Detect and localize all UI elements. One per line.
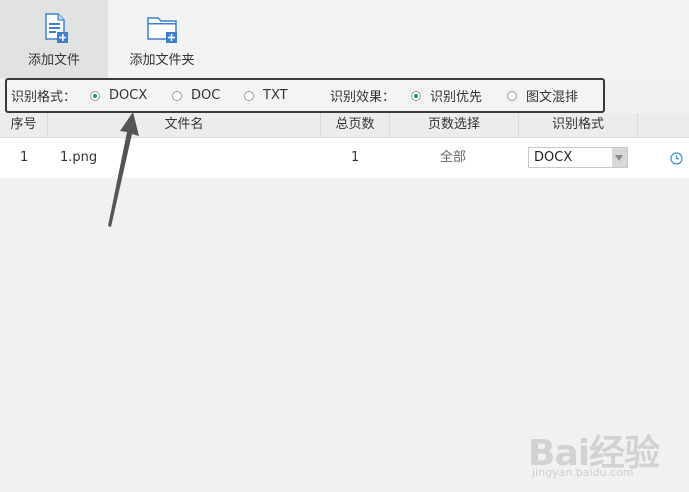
radio-unselected-icon — [507, 90, 517, 101]
format-label: 识别格式： — [11, 90, 77, 105]
radio-selected-icon — [90, 90, 100, 101]
format-radio-txt[interactable]: TXT — [244, 88, 288, 103]
watermark-logo: Bai经验 jingyan.baidu.com — [528, 424, 688, 482]
radio-unselected-icon — [244, 90, 254, 101]
radio-selected-icon — [411, 90, 421, 101]
row-total-pages: 1 — [351, 150, 360, 165]
row-filename: 1.png — [60, 150, 98, 165]
column-header-page-selection[interactable]: 页数选择 — [390, 113, 519, 137]
chevron-down-icon[interactable] — [612, 148, 627, 167]
add-file-button[interactable]: 添加文件 — [0, 0, 108, 78]
table-header: 序号 文件名 总页数 页数选择 识别格式 — [0, 113, 689, 138]
row-page-selection[interactable]: 全部 — [440, 138, 466, 178]
column-header-format[interactable]: 识别格式 — [519, 113, 638, 137]
add-folder-label: 添加文件夹 — [129, 53, 195, 68]
recognition-options-bar: 识别格式： DOCX DOC TXT 识别效果： 识别优先 图文混排 — [5, 78, 605, 113]
add-file-label: 添加文件 — [27, 53, 80, 68]
column-header-filename[interactable]: 文件名 — [48, 113, 321, 137]
column-header-index[interactable]: 序号 — [0, 113, 48, 137]
column-header-total-pages[interactable]: 总页数 — [321, 113, 390, 137]
add-folder-icon — [147, 17, 177, 43]
add-file-icon — [45, 13, 68, 43]
effect-radio-mixed-layout[interactable]: 图文混排 — [507, 86, 578, 105]
row-index: 1 — [20, 150, 29, 165]
clock-icon[interactable] — [670, 152, 683, 165]
table-row[interactable]: 1 1.png 1 全部 DOCX — [0, 138, 689, 178]
row-format-value: DOCX — [534, 150, 573, 165]
toolbar: 添加文件 添加文件夹 — [0, 0, 689, 78]
format-radio-docx[interactable]: DOCX — [90, 88, 147, 103]
watermark-subtext: jingyan.baidu.com — [532, 466, 634, 479]
row-format-select[interactable]: DOCX — [528, 147, 628, 168]
radio-unselected-icon — [172, 90, 182, 101]
effect-radio-recognition-first[interactable]: 识别优先 — [411, 86, 482, 105]
add-folder-button[interactable]: 添加文件夹 — [108, 0, 216, 78]
format-radio-doc[interactable]: DOC — [172, 88, 220, 103]
effect-label: 识别效果： — [330, 90, 396, 105]
